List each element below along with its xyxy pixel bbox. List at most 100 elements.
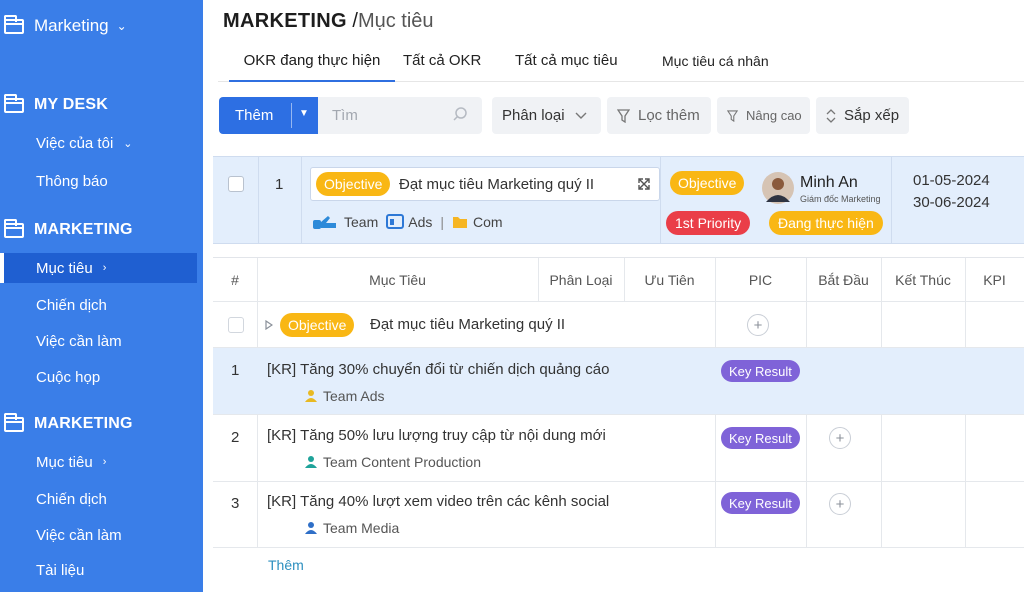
- team-name: Team Ads: [323, 388, 385, 404]
- type-badge: Objective: [670, 171, 745, 195]
- column-divider: [660, 157, 661, 243]
- tab-all-okr[interactable]: Tất cả OKR: [403, 52, 481, 82]
- objective-title[interactable]: Đạt mục tiêu Marketing quý II: [370, 316, 565, 333]
- breadcrumb-workspace[interactable]: MARKETING: [223, 10, 347, 32]
- workspace-switcher[interactable]: Marketing ⌄: [0, 12, 127, 40]
- owner-role: Giám đốc Marketing: [800, 194, 881, 204]
- team-name: Team Media: [323, 520, 400, 536]
- table-row[interactable]: Objective Đạt mục tiêu Marketing quý II …: [213, 302, 1024, 348]
- key-result-badge: Key Result: [721, 360, 800, 382]
- classify-dropdown[interactable]: Phân loại: [492, 97, 601, 134]
- priority-badge[interactable]: 1st Priority: [666, 211, 751, 235]
- row-index: 1: [275, 176, 284, 193]
- sidebar-section-marketing-2[interactable]: MARKETING: [0, 411, 133, 437]
- team-label: Team Media: [304, 520, 399, 536]
- team-icon: [313, 216, 336, 229]
- tab-personal-objectives[interactable]: Mục tiêu cá nhân: [662, 53, 769, 83]
- table-header-row: [213, 258, 1024, 302]
- row-index: 3: [231, 495, 240, 512]
- folder-icon: [453, 217, 467, 228]
- chevron-down-icon: [575, 112, 587, 119]
- objective-title: Đạt mục tiêu Marketing quý II: [399, 176, 595, 193]
- sidebar-item-label: Mục tiêu: [36, 453, 93, 471]
- chevron-right-icon: ›: [102, 456, 107, 468]
- team-name: Team Content Production: [323, 454, 481, 470]
- button-divider: [291, 103, 292, 128]
- chevron-down-icon: ⌄: [116, 19, 127, 33]
- table-row[interactable]: 2 [KR] Tăng 50% lưu lượng truy cập từ nộ…: [213, 415, 1024, 482]
- sidebar-item-campaigns-2[interactable]: Chiến dịch: [0, 484, 197, 514]
- breadcrumb-separator: /: [346, 10, 358, 32]
- breadcrumb-current: Mục tiêu: [357, 10, 434, 32]
- workspace-name: Marketing: [34, 16, 109, 35]
- sidebar-section-title: MY DESK: [34, 96, 109, 113]
- sidebar-item-label: Mục tiêu: [36, 259, 93, 277]
- tab-okr-in-progress[interactable]: OKR đang thực hiện: [229, 52, 395, 82]
- sort-button[interactable]: Sắp xếp: [816, 97, 909, 134]
- filter-icon: [617, 108, 630, 123]
- user-icon: [305, 390, 317, 402]
- chevron-right-icon: ›: [102, 262, 107, 274]
- expand-arrow-icon[interactable]: [265, 320, 273, 330]
- sidebar-item-label: Việc cần làm: [36, 526, 122, 544]
- advanced-filter-button[interactable]: Nâng cao: [717, 97, 810, 134]
- add-pic-button[interactable]: +: [747, 314, 769, 336]
- tag-label: Team: [344, 214, 379, 230]
- selected-objective-row[interactable]: 1 Objective Đạt mục tiêu Marketing quý I…: [213, 156, 1024, 244]
- add-button-label: Thêm: [235, 107, 274, 124]
- advanced-filter-label: Nâng cao: [746, 108, 802, 123]
- add-row-link[interactable]: Thêm: [268, 557, 304, 573]
- table-row[interactable]: 3 [KR] Tăng 40% lượt xem video trên các …: [213, 482, 1024, 548]
- filter-icon: [727, 109, 738, 122]
- avatar[interactable]: [762, 172, 794, 204]
- sort-label: Sắp xếp: [844, 107, 900, 124]
- row-index: 1: [231, 362, 240, 379]
- sidebar-section-title: MARKETING: [34, 221, 133, 238]
- key-result-title[interactable]: [KR] Tăng 40% lượt xem video trên các kê…: [267, 493, 609, 510]
- sidebar-item-label: Chiến dịch: [36, 296, 107, 314]
- key-result-title[interactable]: [KR] Tăng 50% lưu lượng truy cập từ nội …: [267, 427, 606, 444]
- sidebar-item-documents[interactable]: Tài liệu: [0, 555, 197, 585]
- table-row[interactable]: 1 [KR] Tăng 30% chuyển đổi từ chiến dịch…: [213, 348, 1024, 415]
- filter-more-button[interactable]: Lọc thêm: [607, 97, 711, 134]
- sidebar-item-label: Tài liệu: [36, 561, 85, 579]
- tag-label: Com: [473, 214, 503, 230]
- folder-icon: [4, 218, 24, 238]
- folder-icon: [4, 14, 24, 34]
- row-checkbox[interactable]: [228, 176, 244, 192]
- sidebar-item-label: Cuộc họp: [36, 368, 101, 386]
- sidebar-item-meetings[interactable]: Cuộc họp: [0, 362, 197, 392]
- sidebar-item-objectives[interactable]: Mục tiêu ›: [0, 253, 197, 283]
- add-button[interactable]: Thêm ▼: [219, 97, 318, 134]
- sidebar-item-objectives-2[interactable]: Mục tiêu ›: [0, 447, 197, 477]
- expand-icon[interactable]: [637, 177, 651, 191]
- sidebar-item-my-tasks[interactable]: Việc của tôi ⌄: [0, 128, 197, 158]
- status-badge[interactable]: Đang thực hiện: [769, 211, 883, 235]
- column-divider: [258, 157, 259, 243]
- page-title: MARKETING /Mục tiêu: [223, 10, 434, 33]
- sidebar-item-todo-2[interactable]: Việc cần làm: [0, 520, 197, 550]
- sort-icon: [826, 108, 836, 123]
- column-divider: [301, 157, 302, 243]
- key-result-badge: Key Result: [721, 427, 800, 449]
- filter-more-label: Lọc thêm: [638, 107, 700, 124]
- tag-label: Ads: [408, 214, 433, 230]
- sidebar-section-my-desk[interactable]: MY DESK: [0, 92, 108, 118]
- sidebar-item-campaigns[interactable]: Chiến dịch: [0, 290, 197, 320]
- owner-name: Minh An: [800, 174, 858, 191]
- search-icon[interactable]: [452, 106, 468, 122]
- sidebar-item-notifications[interactable]: Thông báo: [0, 166, 197, 196]
- key-result-title[interactable]: [KR] Tăng 30% chuyển đổi từ chiến dịch q…: [267, 361, 610, 378]
- sidebar-section-marketing[interactable]: MARKETING: [0, 217, 133, 243]
- objective-title-field[interactable]: Objective Đạt mục tiêu Marketing quý II: [310, 167, 660, 201]
- objective-badge: Objective: [280, 313, 355, 337]
- objective-tags: Team Ads | Com: [312, 213, 503, 231]
- add-start-date-button[interactable]: +: [829, 493, 851, 515]
- end-date: 30-06-2024: [913, 194, 990, 211]
- row-checkbox[interactable]: [228, 317, 244, 333]
- chevron-down-icon[interactable]: ▼: [299, 108, 309, 119]
- objective-badge: Objective: [316, 172, 391, 196]
- tab-all-objectives[interactable]: Tất cả mục tiêu: [515, 52, 618, 82]
- sidebar-item-todo[interactable]: Việc cần làm: [0, 326, 197, 356]
- add-start-date-button[interactable]: +: [829, 427, 851, 449]
